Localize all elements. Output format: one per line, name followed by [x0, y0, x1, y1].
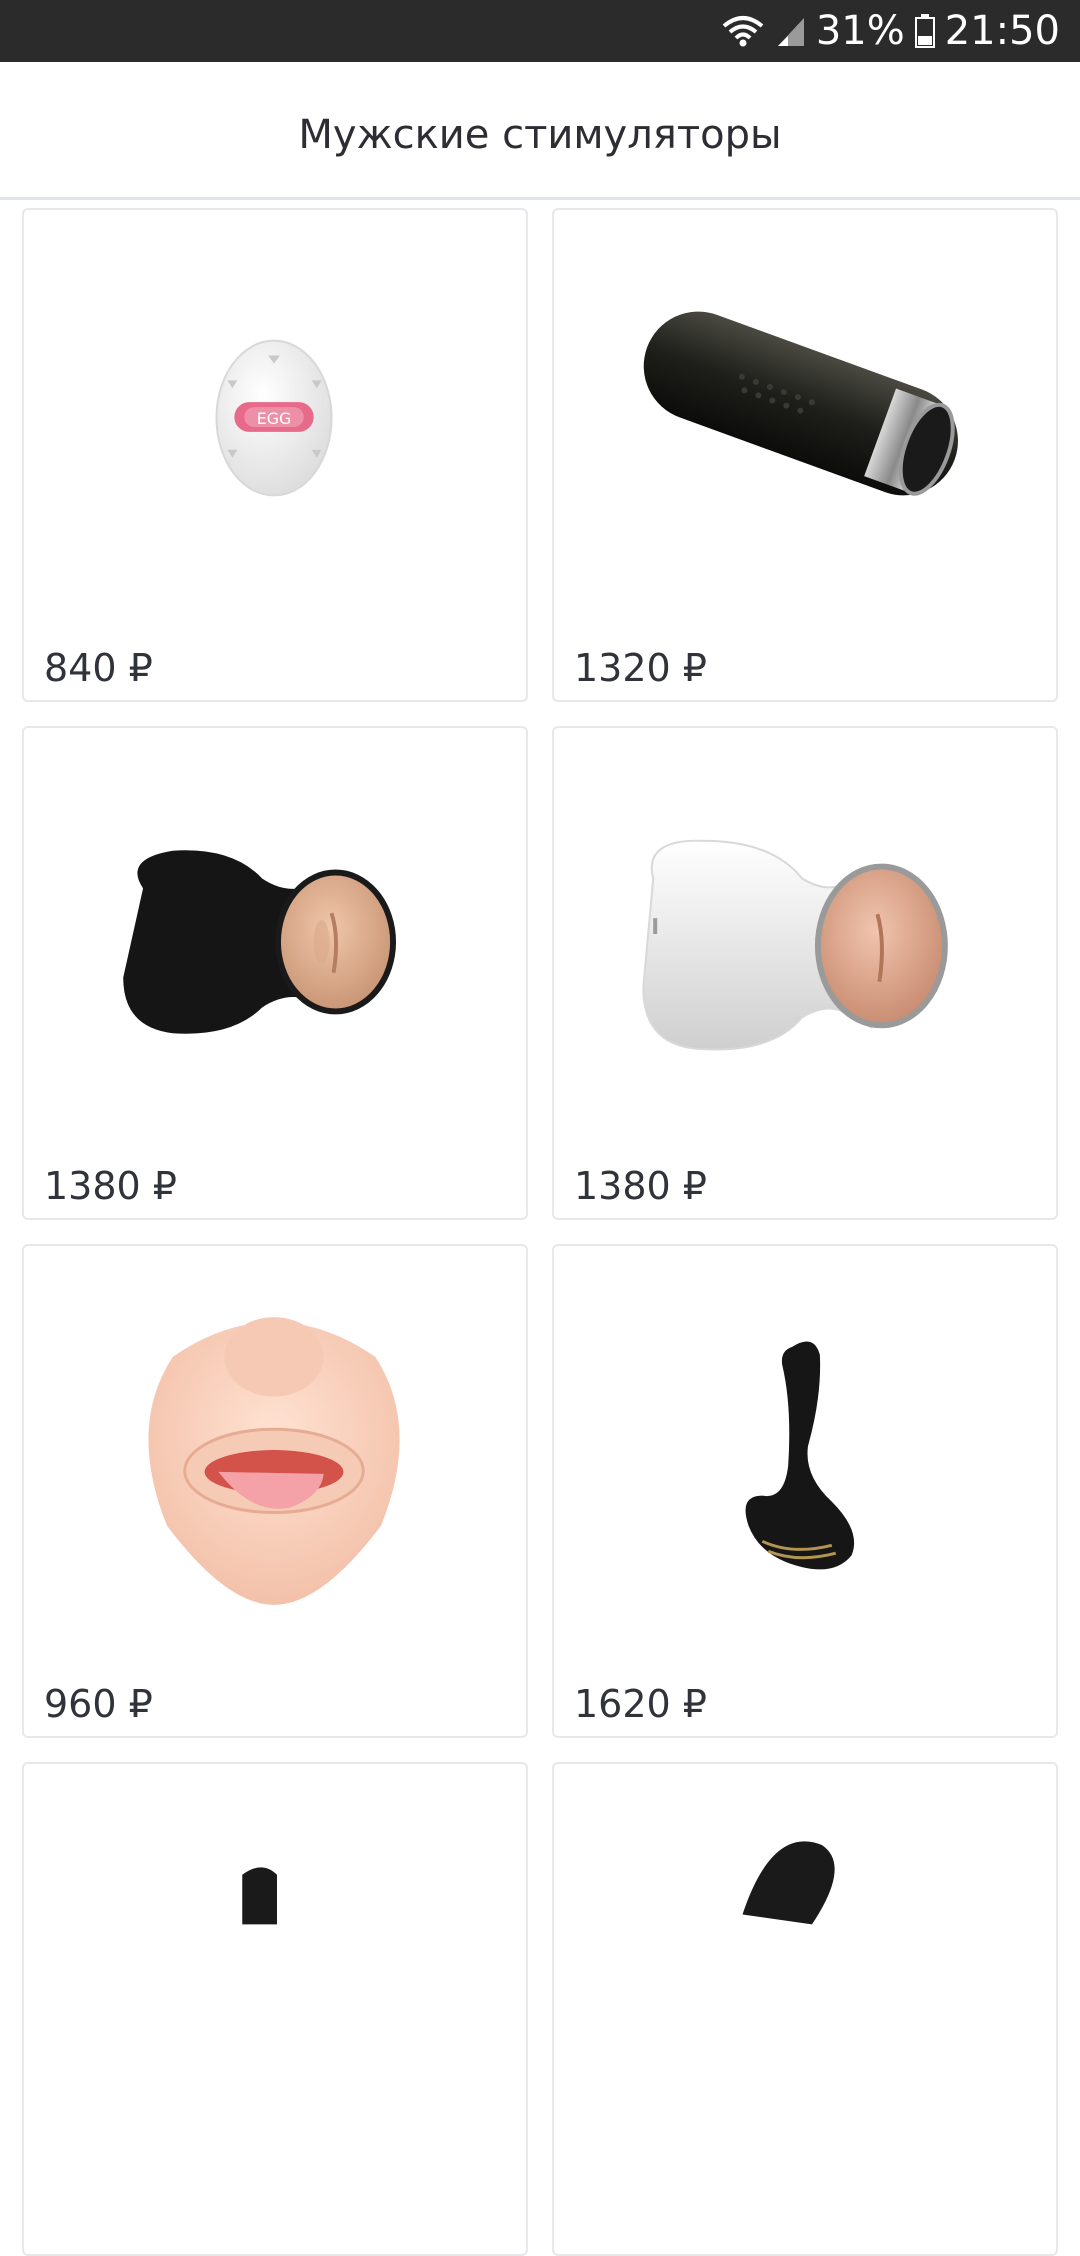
black-vagina-masturbator-image [123, 850, 397, 1034]
partial-product-image [242, 1867, 277, 1925]
black-cylinder-masturbator-image [643, 311, 958, 496]
svg-text:EGG: EGG [257, 409, 292, 428]
product-card[interactable]: 1620 ₽ [552, 1244, 1058, 1738]
battery-icon [914, 14, 935, 48]
signal-icon [776, 14, 806, 48]
page-title: Мужские стимуляторы [298, 112, 782, 158]
status-bar: 31% 21:50 [0, 0, 1080, 62]
product-price: 960 ₽ [44, 1682, 153, 1726]
product-card[interactable]: 960 ₽ [22, 1244, 528, 1738]
wifi-icon [720, 14, 766, 48]
product-card[interactable]: 1320 ₽ [552, 208, 1058, 702]
clock: 21:50 [944, 8, 1060, 54]
battery-percent: 31% [815, 8, 905, 54]
white-vagina-masturbator-image [642, 839, 948, 1051]
partial-product-image [742, 1841, 835, 1925]
app-bar: Мужские стимуляторы [0, 62, 1080, 200]
egg-masturbator-image: EGG [215, 339, 333, 497]
mouth-masturbator-image [148, 1317, 400, 1605]
product-price: 1320 ₽ [574, 646, 707, 690]
status-indicators: 31% 21:50 [720, 0, 1060, 62]
product-price: 1380 ₽ [44, 1164, 177, 1208]
product-price: 1620 ₽ [574, 1682, 707, 1726]
product-price: 840 ₽ [44, 646, 153, 690]
product-card[interactable] [552, 1762, 1058, 2256]
product-card[interactable]: EGG 840 ₽ [22, 208, 528, 702]
prostate-massager-image [745, 1341, 855, 1570]
product-card[interactable]: 1380 ₽ [22, 726, 528, 1220]
product-card[interactable]: 1380 ₽ [552, 726, 1058, 1220]
product-price: 1380 ₽ [574, 1164, 707, 1208]
product-card[interactable] [22, 1762, 528, 2256]
